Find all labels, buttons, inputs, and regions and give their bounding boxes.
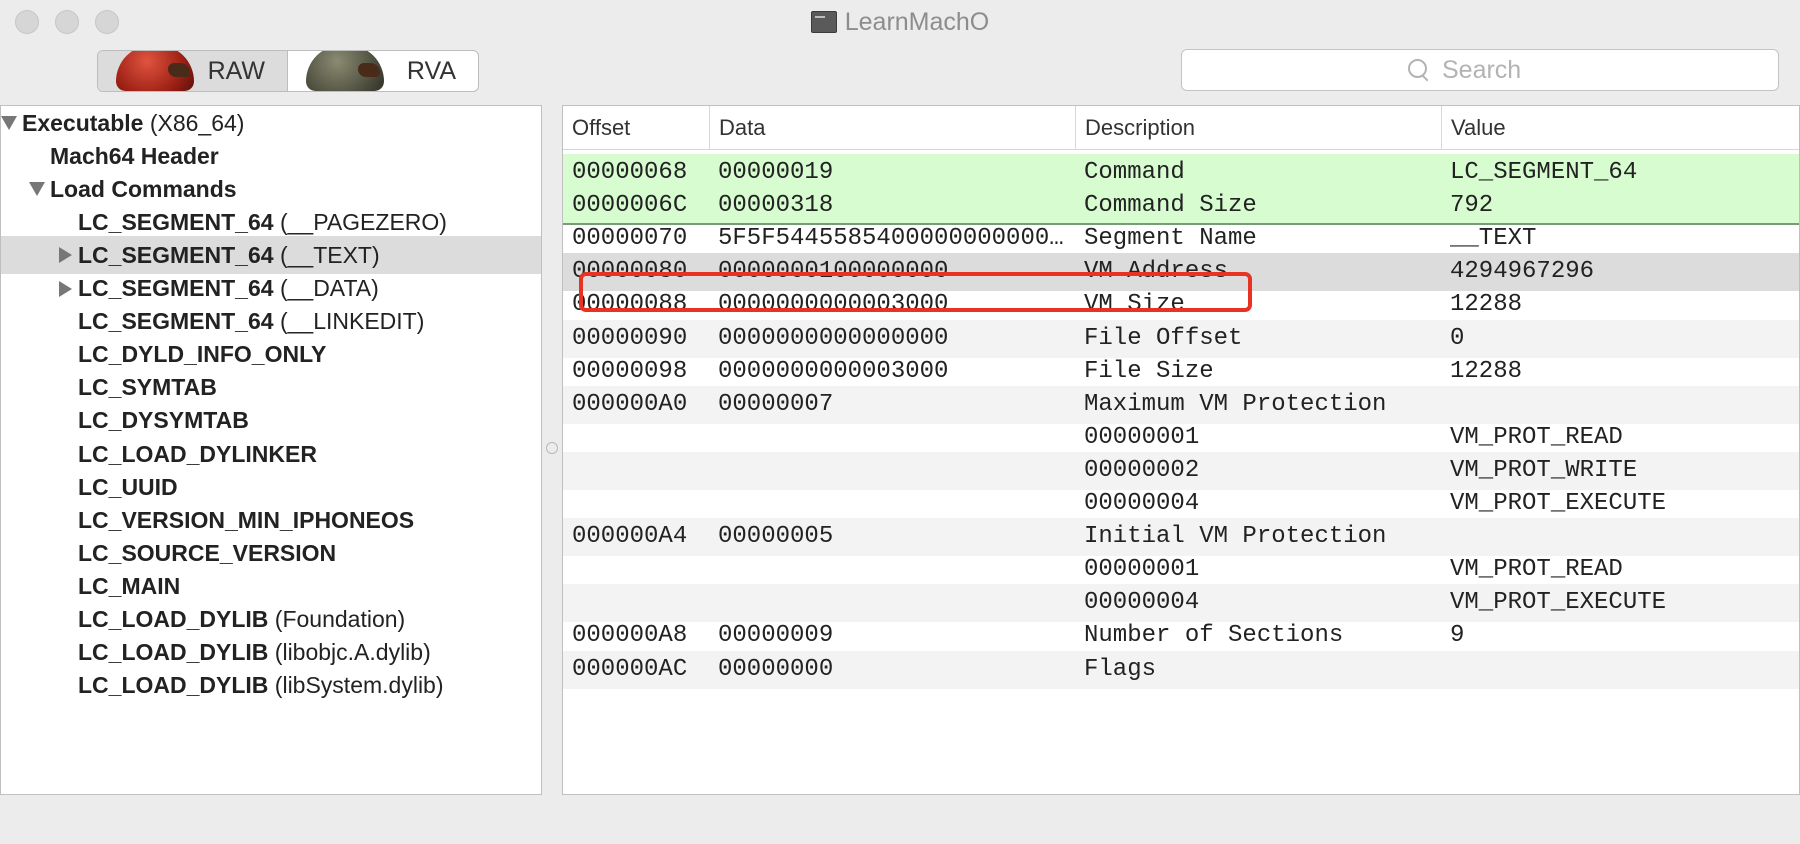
sidebar-item-label: LC_LOAD_DYLINKER: [78, 440, 317, 467]
window-title: LearnMachO: [0, 8, 1800, 37]
column-header-value[interactable]: Value: [1442, 106, 1799, 150]
sidebar-item-suffix: (__TEXT): [279, 241, 380, 268]
column-header-description[interactable]: Description: [1076, 106, 1442, 150]
disclosure-open-icon[interactable]: [1, 116, 17, 130]
load-commands-tree: Executable (X86_64) Mach64 Header Load Com…: [0, 105, 542, 795]
sidebar-item-label: Executable: [22, 109, 144, 136]
column-header-offset[interactable]: Offset: [563, 106, 710, 150]
disclosure-closed-icon[interactable]: [59, 280, 72, 297]
detail-table: Offset Data Description Value 00000068 00…: [562, 105, 1800, 795]
cell-data: 00000000: [718, 655, 834, 683]
rva-apple-icon: [306, 51, 384, 91]
column-header-data[interactable]: Data: [710, 106, 1076, 150]
sidebar-item-suffix: (__LINKEDIT): [279, 308, 425, 335]
sidebar-item-label: LC_SOURCE_VERSION: [78, 539, 337, 566]
title-bar: LearnMachO: [0, 0, 1800, 46]
disclosure-open-icon[interactable]: [29, 182, 45, 197]
sidebar-item-label: Load Commands: [50, 175, 237, 202]
sidebar-item-label: LC_SEGMENT_64: [78, 275, 274, 301]
sidebar-item-suffix: (__PAGEZERO): [279, 208, 447, 235]
sidebar-item-17[interactable]: LC_LOAD_DYLIB (libSystem.dylib): [1, 667, 541, 705]
search-field[interactable]: [1181, 49, 1779, 91]
table-row[interactable]: 000000AC 00000000 Flags: [563, 650, 1799, 689]
sidebar-item-label: LC_LOAD_DYLIB: [78, 672, 269, 699]
sidebar-item-label: LC_DYLD_INFO_ONLY: [78, 341, 327, 368]
sidebar-item-label: LC_SEGMENT_64: [78, 208, 274, 235]
sidebar-item-label: LC_DYSYMTAB: [78, 407, 249, 434]
search-icon: [1408, 59, 1430, 81]
sidebar-item-label: LC_SEGMENT_64: [78, 308, 274, 335]
sidebar-item-suffix: (libobjc.A.dylib): [274, 639, 431, 666]
search-input[interactable]: [1442, 55, 1552, 85]
terminal-app-icon: [810, 11, 837, 33]
rva-mode-button[interactable]: RVA: [288, 51, 478, 91]
sidebar-item-suffix: (__DATA): [279, 275, 379, 301]
table-header: Offset Data Description Value: [563, 106, 1799, 150]
sidebar-item-label: LC_LOAD_DYLIB: [78, 606, 269, 632]
cell-offset: 000000AC: [572, 655, 688, 683]
cell-description: Flags: [1084, 655, 1157, 683]
raw-mode-label: RAW: [207, 56, 265, 85]
sidebar-item-suffix: (libSystem.dylib): [274, 672, 444, 699]
raw-apple-icon: [116, 51, 194, 91]
disclosure-closed-icon[interactable]: [59, 247, 72, 264]
sidebar-item-label: LC_UUID: [78, 473, 178, 500]
sidebar-item-suffix: (X86_64): [149, 109, 245, 136]
split-view-divider-handle[interactable]: [546, 442, 558, 454]
raw-mode-button[interactable]: RAW: [98, 51, 288, 91]
sidebar-item-suffix: (Foundation): [274, 606, 406, 632]
sidebar-item-label: LC_MAIN: [78, 572, 181, 599]
cell-value: [1450, 651, 1795, 689]
sidebar-item-label: LC_VERSION_MIN_IPHONEOS: [78, 506, 415, 533]
sidebar-item-label: LC_LOAD_DYLIB: [78, 639, 269, 666]
sidebar-item-label: Mach64 Header: [50, 142, 219, 169]
raw-rva-segmented-control: RAW RVA: [97, 50, 479, 92]
rva-mode-label: RVA: [406, 56, 456, 85]
window-title-text: LearnMachO: [844, 8, 990, 36]
sidebar-item-label: LC_SYMTAB: [78, 374, 217, 401]
sidebar-item-label: LC_SEGMENT_64: [78, 241, 274, 268]
